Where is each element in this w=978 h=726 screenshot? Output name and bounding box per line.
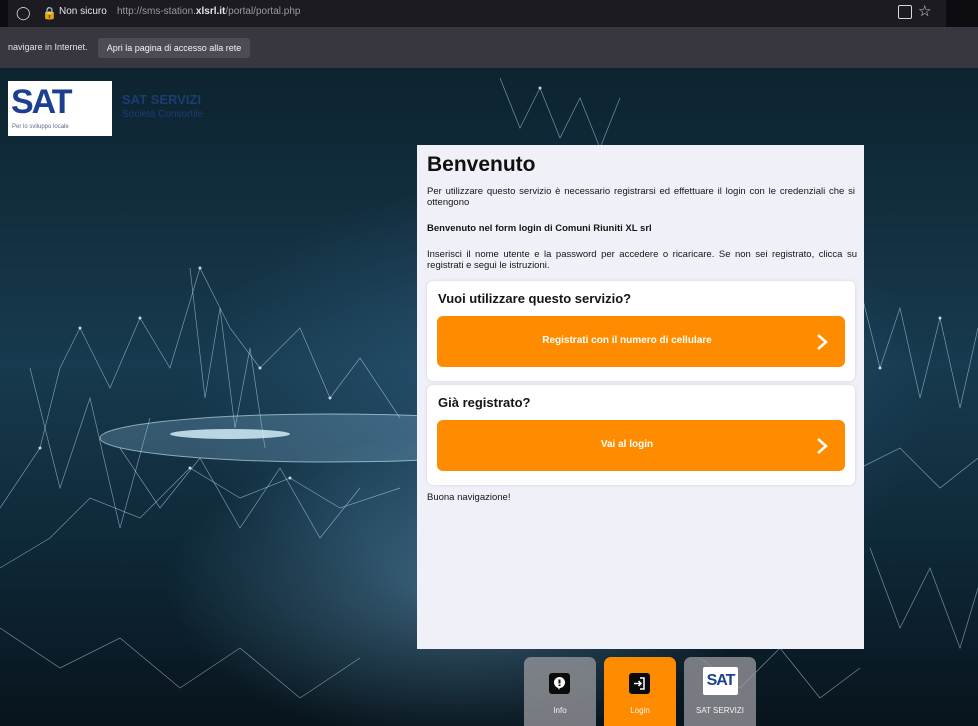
register-button-label: Registrati con il numero di cellulare bbox=[542, 335, 712, 346]
brand-name: SAT SERVIZI bbox=[122, 92, 201, 107]
url-bar-edge bbox=[0, 0, 8, 27]
logo-text: SAT bbox=[11, 83, 73, 121]
url-bar-right-edge bbox=[946, 0, 978, 27]
tab-login[interactable]: Login bbox=[604, 657, 676, 726]
register-button[interactable]: Registrati con il numero di cellulare bbox=[437, 316, 845, 367]
lock-icon[interactable]: 🔒 bbox=[42, 5, 57, 21]
shield-icon[interactable]: ◯ bbox=[16, 5, 31, 21]
register-heading: Vuoi utilizzare questo servizio? bbox=[438, 291, 632, 306]
tab-login-label: Login bbox=[630, 706, 650, 715]
tab-icon[interactable] bbox=[898, 5, 912, 19]
address-field[interactable]: http://sms-station.xlsrl.it/portal/porta… bbox=[117, 6, 300, 17]
register-card: Vuoi utilizzare questo servizio? Registr… bbox=[427, 281, 855, 381]
info-icon bbox=[549, 673, 570, 694]
security-label[interactable]: Non sicuro bbox=[59, 6, 107, 17]
captive-portal-notification: navigare in Internet. Apri la pagina di … bbox=[0, 27, 978, 68]
open-network-login-button[interactable]: Apri la pagina di accesso alla rete bbox=[98, 38, 250, 58]
brand-subtitle: Società Consortile bbox=[122, 109, 204, 120]
welcome-panel: Benvenuto Per utilizzare questo servizio… bbox=[417, 145, 864, 649]
tab-sat-label: SAT SERVIZI bbox=[695, 706, 744, 715]
notification-message: navigare in Internet. bbox=[8, 42, 88, 52]
url-path: /portal/portal.php bbox=[225, 6, 301, 17]
tab-info-label: Info bbox=[553, 706, 567, 715]
page-title: Benvenuto bbox=[427, 153, 536, 176]
form-title: Benvenuto nel form login di Comuni Riuni… bbox=[427, 223, 652, 234]
login-button-label: Vai al login bbox=[600, 439, 654, 450]
intro-text: Per utilizzare questo servizio è necessa… bbox=[427, 186, 855, 208]
sat-logo: SAT Per lo sviluppo locale bbox=[8, 81, 112, 136]
tab-info[interactable]: Info bbox=[524, 657, 596, 726]
browser-url-bar: ◯ 🔒 Non sicuro http://sms-station.xlsrl.… bbox=[0, 0, 978, 27]
url-prefix: http://sms-station. bbox=[117, 6, 196, 17]
url-domain: xlsrl.it bbox=[195, 6, 226, 17]
go-to-login-button[interactable]: Vai al login bbox=[437, 420, 845, 471]
sat-logo-icon: SAT bbox=[703, 667, 738, 695]
closing-text: Buona navigazione! bbox=[427, 492, 511, 503]
chevron-right-icon bbox=[817, 438, 828, 454]
chevron-right-icon bbox=[817, 334, 828, 350]
instructions-text: Inserisci il nome utente e la password p… bbox=[427, 249, 857, 271]
tab-sat-servizi[interactable]: SAT SAT SERVIZI bbox=[684, 657, 756, 726]
login-icon bbox=[629, 673, 650, 694]
logo-tagline: Per lo sviluppo locale bbox=[12, 124, 69, 130]
star-icon[interactable]: ☆ bbox=[918, 3, 931, 21]
login-heading: Già registrato? bbox=[438, 395, 531, 410]
login-card: Già registrato? Vai al login bbox=[427, 385, 855, 485]
